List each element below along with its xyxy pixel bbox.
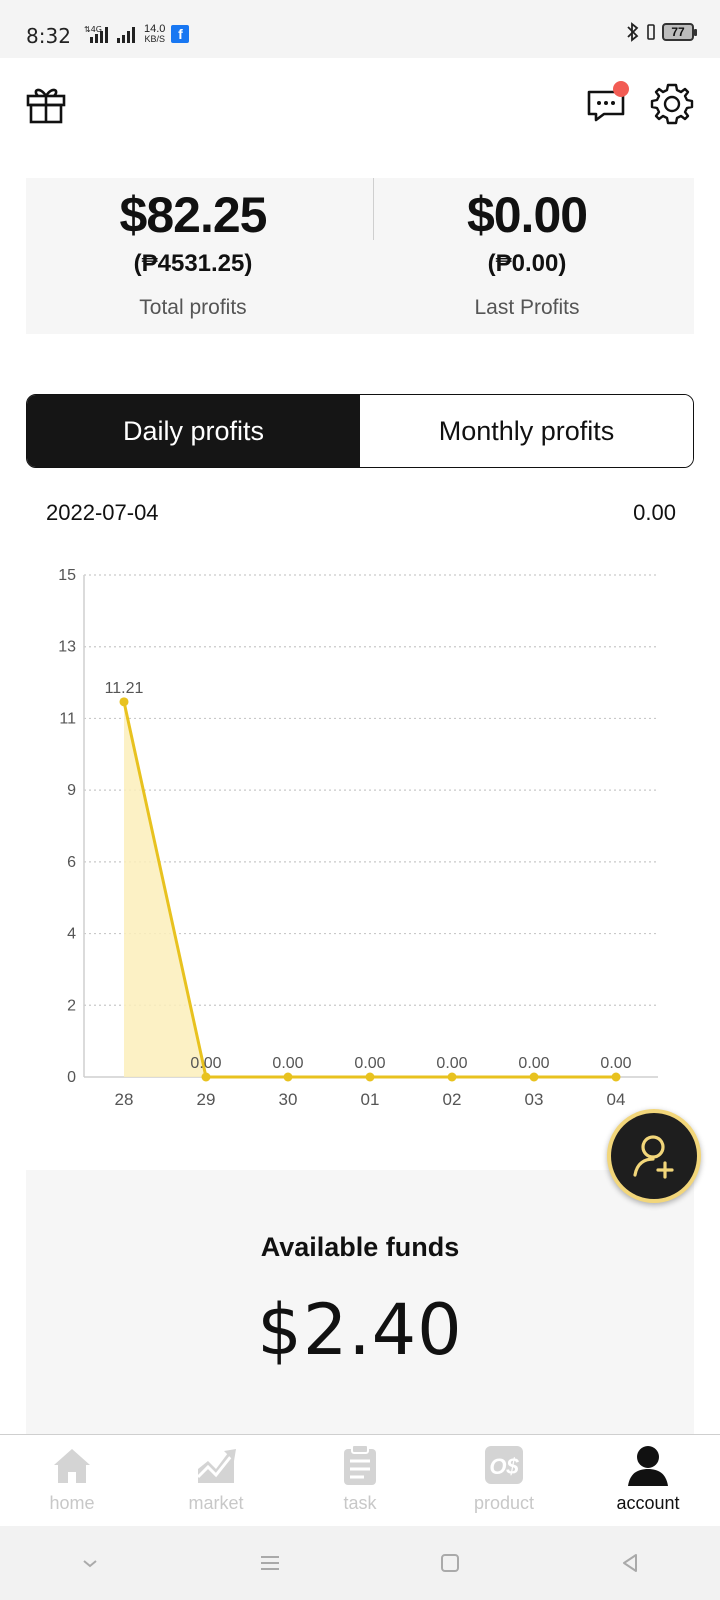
nav-task[interactable]: task [288, 1435, 432, 1526]
battery-icon: 77 [662, 23, 697, 41]
available-funds-card: Available funds $2.40 [26, 1170, 694, 1436]
data-label: 0.00 [436, 1055, 467, 1072]
status-time: 8:32 [26, 24, 71, 48]
add-user-icon [633, 1135, 674, 1179]
message-icon[interactable] [584, 80, 632, 128]
invite-user-button[interactable] [607, 1109, 701, 1203]
nav-product[interactable]: O$ product [432, 1435, 576, 1526]
svg-text:⇅4G: ⇅4G [84, 25, 102, 34]
data-label: 0.00 [354, 1055, 385, 1072]
x-tick-label: 01 [361, 1090, 380, 1109]
nav-task-label: task [343, 1493, 377, 1513]
status-bar: 8:32 ⇅4G 14.0 KB/S f 77 [0, 0, 720, 58]
clipboard-icon [344, 1444, 376, 1485]
data-label: 0.00 [272, 1055, 303, 1072]
available-funds-label: Available funds [260, 1232, 460, 1262]
last-profits-local: (₱0.00) [487, 250, 567, 277]
y-tick-label: 6 [67, 854, 76, 871]
last-profits-label: Last Profits [474, 296, 580, 319]
user-icon [628, 1446, 668, 1486]
selected-date: 2022-07-04 [46, 500, 159, 525]
bluetooth-icon [627, 22, 639, 42]
nav-home-label: home [49, 1493, 95, 1513]
vibrate-icon [647, 24, 655, 40]
header [0, 58, 720, 158]
series-area [124, 701, 616, 1077]
menu-icon[interactable] [258, 1551, 282, 1575]
y-tick-label: 9 [67, 782, 76, 799]
x-tick-label: 02 [443, 1090, 462, 1109]
series-line [122, 701, 616, 1079]
chart-icon [196, 1449, 236, 1483]
y-tick-label: 11 [59, 710, 76, 727]
data-label: 11.21 [105, 680, 144, 697]
back-icon[interactable] [618, 1551, 642, 1575]
data-point [447, 1072, 457, 1082]
home-square-icon[interactable] [438, 1551, 462, 1575]
nav-market-label: market [188, 1493, 244, 1513]
data-label: 0.00 [518, 1055, 549, 1072]
total-profits: $82.25 (₱4531.25) Total profits [26, 178, 360, 334]
home-icon [54, 1449, 90, 1483]
data-point [529, 1072, 539, 1082]
y-tick-label: 0 [67, 1069, 76, 1086]
status-right: 77 [626, 22, 697, 42]
tab-daily-profits[interactable]: Daily profits [27, 395, 360, 467]
nav-account-label: account [616, 1493, 680, 1513]
x-tick-label: 03 [525, 1090, 544, 1109]
facebook-icon: f [171, 25, 190, 43]
last-profits-amount: $0.00 [466, 187, 588, 243]
data-point [119, 697, 129, 707]
system-nav-bar [0, 1526, 720, 1600]
x-tick-label: 04 [607, 1090, 626, 1109]
status-icons: ⇅4G 14.0 KB/S f [84, 23, 190, 44]
total-profits-local: (₱4531.25) [133, 250, 253, 277]
total-profits-label: Total profits [139, 296, 247, 319]
y-tick-label: 4 [67, 926, 76, 943]
nav-product-label: product [473, 1493, 535, 1513]
data-point [365, 1072, 375, 1082]
gift-icon[interactable] [22, 80, 70, 128]
data-label: 0.00 [190, 1055, 221, 1072]
notification-dot [613, 81, 629, 97]
product-icon: O$ [485, 1446, 523, 1484]
signal-icon: ⇅4G [84, 25, 108, 43]
available-funds-amount: $2.40 [257, 1289, 463, 1371]
profits-tabs: Daily profits Monthly profits [26, 394, 694, 468]
data-point [283, 1072, 293, 1082]
chevron-down-icon[interactable] [78, 1551, 102, 1575]
nav-market[interactable]: market [144, 1435, 288, 1526]
tab-monthly-profits[interactable]: Monthly profits [360, 395, 693, 467]
data-point [611, 1072, 621, 1082]
x-tick-label: 28 [115, 1090, 134, 1109]
data-point [201, 1072, 211, 1082]
daily-profits-chart: 0246911131511.21280.00290.00300.00010.00… [58, 567, 658, 1109]
signal-icon-2 [117, 27, 135, 43]
total-profits-amount: $82.25 [119, 187, 268, 243]
nav-account[interactable]: account [576, 1435, 720, 1526]
selected-point-row: 2022-07-04 0.00 [46, 500, 676, 526]
y-tick-label: 2 [67, 997, 76, 1014]
last-profits: $0.00 (₱0.00) Last Profits [360, 178, 694, 334]
network-speed: 14.0 KB/S [144, 23, 166, 44]
y-tick-label: 15 [58, 567, 76, 584]
x-tick-label: 30 [279, 1090, 298, 1109]
selected-value: 0.00 [633, 500, 676, 525]
data-label: 0.00 [600, 1055, 631, 1072]
bottom-nav: home market task O$ product account [0, 1434, 720, 1526]
x-tick-label: 29 [197, 1090, 216, 1109]
gear-icon[interactable] [648, 80, 696, 128]
profits-summary-card: $82.25 (₱4531.25) Total profits $0.00 (₱… [26, 178, 694, 334]
nav-home[interactable]: home [0, 1435, 144, 1526]
y-tick-label: 13 [58, 639, 76, 656]
svg-text:O$: O$ [489, 1454, 519, 1479]
